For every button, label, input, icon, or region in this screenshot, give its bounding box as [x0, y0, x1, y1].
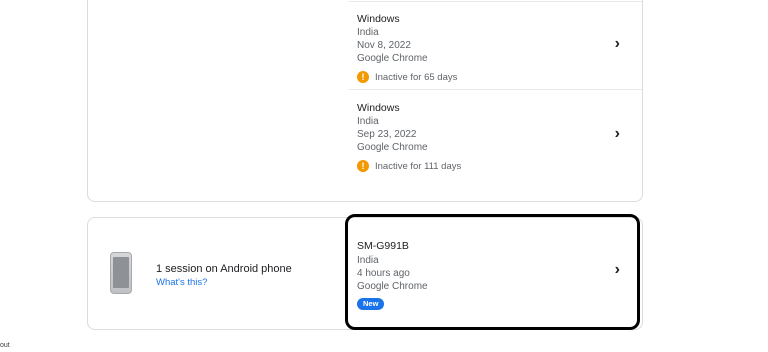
device-status: ! Inactive for 65 days — [357, 71, 457, 83]
device-row-windows-1[interactable]: Windows India Nov 8, 2022 Google Chrome … — [348, 1, 642, 90]
device-browser: Google Chrome — [357, 281, 428, 292]
windows-devices-card: Windows India Nov 8, 2022 Google Chrome … — [87, 0, 643, 202]
warning-icon: ! — [357, 71, 369, 83]
device-row-android[interactable]: SM-G991B India 4 hours ago Google Chrome… — [348, 218, 642, 329]
chevron-right-icon[interactable]: › — [615, 125, 620, 143]
device-browser: Google Chrome — [357, 53, 428, 64]
footer-fragment[interactable]: out — [0, 342, 10, 349]
whats-this-link[interactable]: What's this? — [156, 277, 207, 288]
device-name: Windows — [357, 13, 400, 25]
device-location: India — [357, 116, 379, 127]
device-status-text: Inactive for 65 days — [375, 71, 458, 83]
device-location: India — [357, 27, 379, 38]
device-status-text: Inactive for 111 days — [375, 160, 462, 172]
chevron-right-icon[interactable]: › — [615, 261, 620, 279]
device-name: SM-G991B — [357, 240, 409, 252]
chevron-right-icon[interactable]: › — [615, 35, 620, 53]
new-badge: New — [357, 298, 385, 310]
device-location: India — [357, 255, 379, 266]
device-time: 4 hours ago — [357, 268, 410, 279]
session-count-title: 1 session on Android phone — [156, 263, 292, 275]
device-row-windows-2[interactable]: Windows India Sep 23, 2022 Google Chrome… — [348, 90, 642, 192]
device-date: Sep 23, 2022 — [357, 129, 417, 140]
warning-icon: ! — [357, 160, 369, 172]
device-status: ! Inactive for 111 days — [357, 160, 461, 172]
phone-icon — [110, 252, 132, 294]
device-name: Windows — [357, 102, 400, 114]
device-date: Nov 8, 2022 — [357, 40, 411, 51]
android-sessions-card: 1 session on Android phone What's this? … — [87, 217, 643, 330]
device-browser: Google Chrome — [357, 142, 428, 153]
